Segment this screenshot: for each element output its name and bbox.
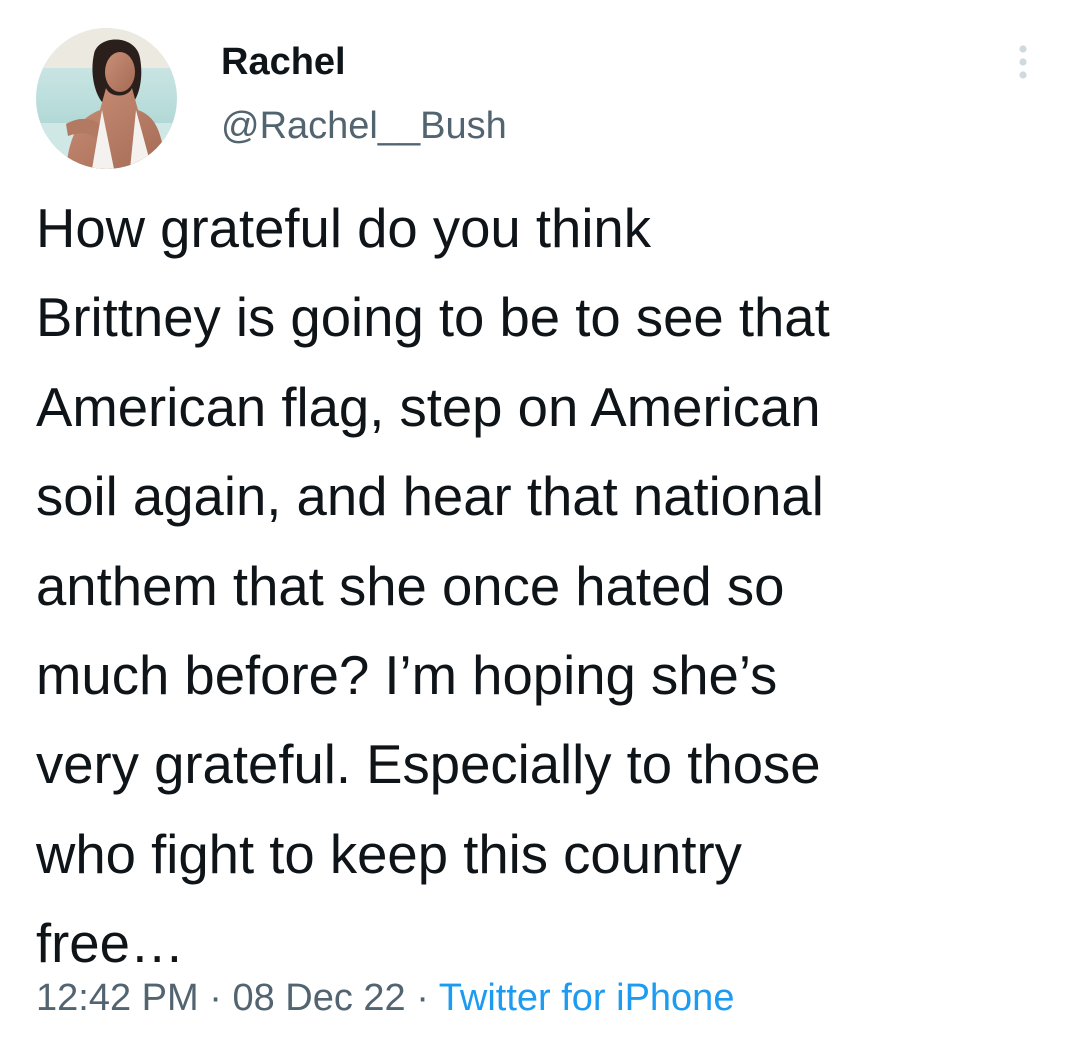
tweet-card: Rachel @Rachel__Bush How grateful do you… [0, 0, 1080, 1044]
more-options-icon [1019, 45, 1027, 79]
more-options-button[interactable] [1004, 40, 1042, 84]
tweet-metadata: 12:42 PM · 08 Dec 22 · Twitter for iPhon… [36, 972, 734, 1024]
tweet-date[interactable]: 08 Dec 22 [232, 977, 405, 1019]
tweet-text-line: Brittney is going to be to see that [36, 287, 830, 349]
author-handle[interactable]: @Rachel__Bush [221, 104, 507, 148]
tweet-text-line: How grateful do you think [36, 198, 651, 259]
avatar-image [36, 28, 177, 169]
tweet-text-line: American flag, step on American [36, 376, 821, 438]
tweet-text-line: who fight to keep this country [36, 823, 742, 885]
tweet-text-line: much before? I’m hoping she’s [36, 645, 778, 707]
author-avatar[interactable] [36, 28, 177, 169]
tweet-time[interactable]: 12:42 PM [36, 977, 199, 1019]
meta-separator: · [209, 977, 222, 1019]
tweet-text-line: free… [36, 913, 185, 975]
tweet-text: How grateful do you think Brittney is go… [36, 184, 1056, 989]
tweet-text-line: very grateful. Especially to those [36, 734, 821, 796]
meta-separator: · [416, 977, 429, 1019]
tweet-text-line: anthem that she once hated so [36, 555, 785, 617]
tweet-source-link[interactable]: Twitter for iPhone [439, 977, 735, 1019]
author-display-name[interactable]: Rachel [221, 40, 346, 84]
tweet-text-line: soil again, and hear that national [36, 466, 824, 528]
